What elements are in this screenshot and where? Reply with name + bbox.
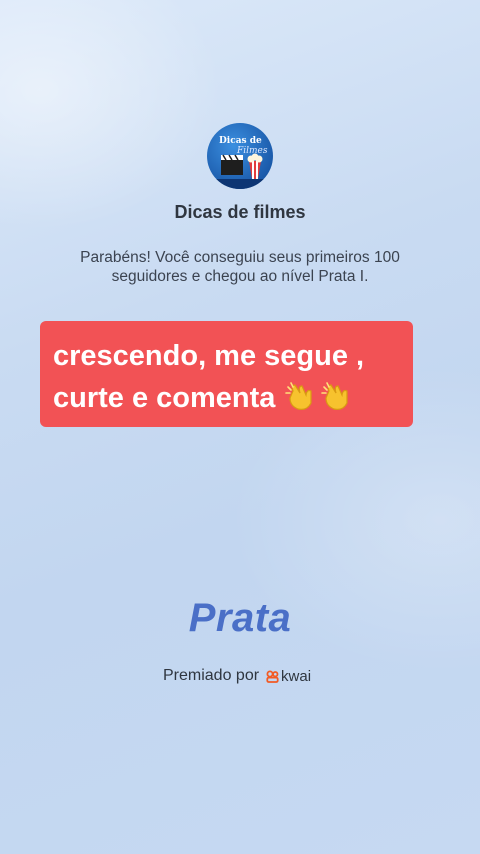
movie-clapperboard-icon: Dicas de Filmes (207, 123, 273, 189)
achievement-message: Parabéns! Você conseguiu seus primeiros … (80, 249, 400, 285)
awarded-by: Premiado por kwai (163, 665, 311, 687)
kwai-logo-icon (266, 670, 279, 683)
caption-line-1: crescendo, me segue , (53, 340, 365, 372)
awarded-by-label: Premiado por (163, 667, 260, 684)
caption-overlay: crescendo, me segue , curte e comenta (40, 321, 413, 427)
brand-name: kwai (281, 667, 312, 685)
clapping-hands-icon (321, 382, 349, 410)
channel-avatar[interactable]: Dicas de Filmes (207, 123, 273, 189)
svg-text:Dicas de: Dicas de (219, 136, 262, 146)
svg-text:Filmes: Filmes (236, 146, 268, 156)
caption-line-2: curte e comenta (53, 377, 413, 419)
clapping-hands-icon (285, 382, 313, 410)
achievement-tier: Prata (188, 596, 292, 640)
channel-name: Dicas de filmes (174, 202, 306, 222)
caption-line-2-text: curte e comenta (53, 382, 276, 414)
